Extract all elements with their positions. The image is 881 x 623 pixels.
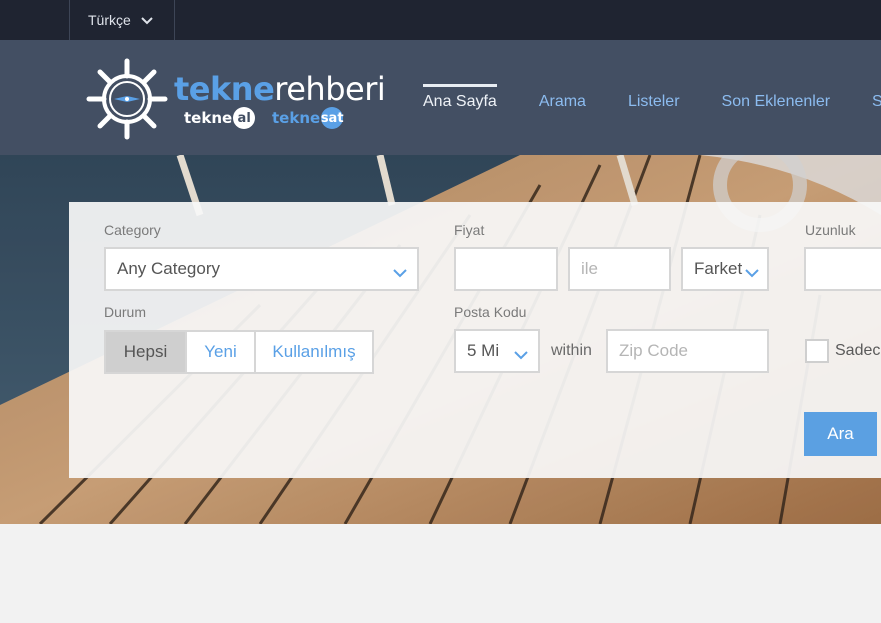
brand-name: teknerehberi <box>174 70 386 108</box>
length-label: Uzunluk <box>805 222 856 238</box>
condition-new[interactable]: Yeni <box>187 332 256 372</box>
tekne-al-link[interactable]: tekne al <box>184 107 256 129</box>
condition-all[interactable]: Hepsi <box>106 332 187 372</box>
distance-select[interactable]: 5 Mi <box>454 329 540 373</box>
price-min-input[interactable] <box>454 247 558 291</box>
nav-home[interactable]: Ana Sayfa <box>423 40 497 155</box>
length-input[interactable] <box>804 247 881 291</box>
chevron-down-icon <box>141 12 153 28</box>
tekne-sat-link[interactable]: tekne sat <box>272 107 344 129</box>
language-selector[interactable]: Türkçe <box>69 0 175 40</box>
ship-wheel-icon <box>86 58 168 140</box>
postal-code-label: Posta Kodu <box>454 304 527 320</box>
currency-select[interactable]: Farket <box>681 247 769 291</box>
only-checkbox[interactable] <box>805 339 829 363</box>
search-button[interactable]: Ara <box>804 412 877 456</box>
nav-search[interactable]: Arama <box>539 40 586 155</box>
condition-label: Durum <box>104 304 147 320</box>
language-label: Türkçe <box>88 12 131 28</box>
site-logo[interactable]: teknerehberi tekne al tekne sat <box>86 58 386 142</box>
condition-toggle: Hepsi Yeni Kullanılmış <box>104 330 374 374</box>
category-select[interactable]: Any Category <box>104 247 419 291</box>
main-nav: Ana Sayfa Arama Listeler Son Eklenenler … <box>423 40 881 155</box>
price-max-input[interactable]: ile <box>568 247 671 291</box>
nav-more[interactable]: Sa <box>872 40 881 155</box>
only-checkbox-label: Sadece <box>835 342 881 359</box>
search-panel: Category Any Category Fiyat ile Farket U… <box>69 202 881 478</box>
zip-code-input[interactable]: Zip Code <box>606 329 769 373</box>
top-bar: Türkçe <box>0 0 881 40</box>
chevron-down-icon <box>393 263 407 283</box>
within-text: within <box>551 342 592 359</box>
price-label: Fiyat <box>454 222 485 238</box>
chevron-down-icon <box>745 263 759 283</box>
condition-used[interactable]: Kullanılmış <box>256 332 372 372</box>
chevron-down-icon <box>514 345 528 365</box>
nav-recent[interactable]: Son Eklenenler <box>722 40 831 155</box>
site-header: teknerehberi tekne al tekne sat Ana Sayfa … <box>0 40 881 155</box>
category-label: Category <box>104 222 161 238</box>
nav-listings[interactable]: Listeler <box>628 40 680 155</box>
